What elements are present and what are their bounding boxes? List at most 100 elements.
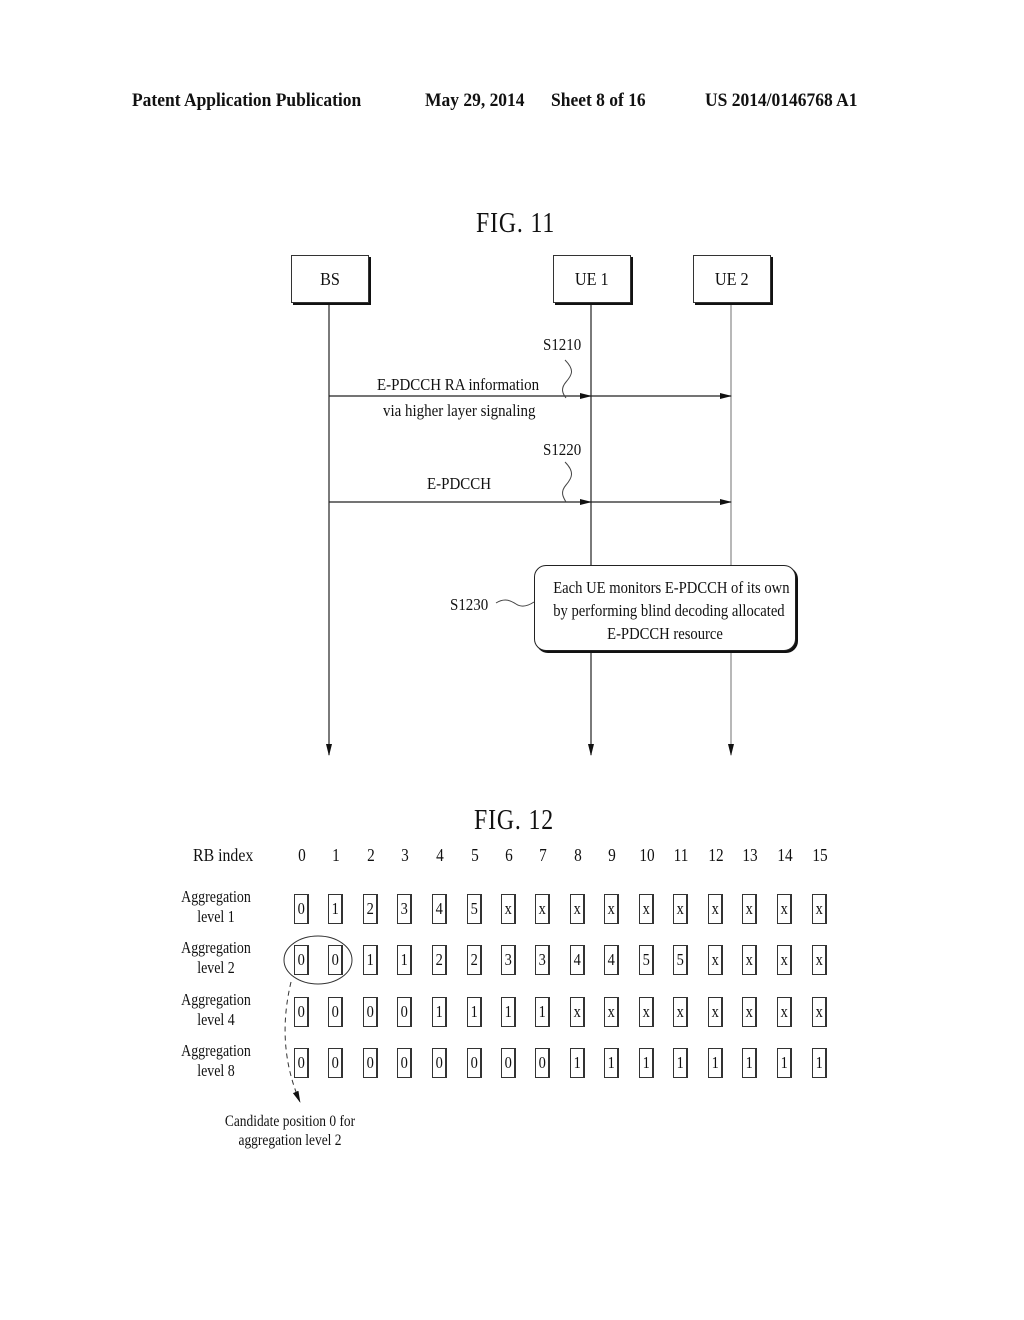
grid-cell: 0 xyxy=(397,1048,412,1078)
grid-cell: 1 xyxy=(812,1048,827,1078)
grid-cell: x xyxy=(604,894,619,924)
grid-cell-value: x xyxy=(642,1002,650,1021)
grid-cell: 3 xyxy=(397,894,412,924)
grid-cell: 1 xyxy=(432,997,447,1027)
grid-cell: 4 xyxy=(432,894,447,924)
grid-cell: 4 xyxy=(604,945,619,975)
rb-index-12: 12 xyxy=(708,845,724,865)
grid-cell-value: 1 xyxy=(435,1002,443,1021)
grid-cell-value: 1 xyxy=(538,1002,546,1021)
grid-cell-value: 1 xyxy=(573,1053,581,1072)
grid-cell-value: 0 xyxy=(297,1053,305,1072)
grid-cell-value: 1 xyxy=(607,1053,615,1072)
entity-ue2-label: UE 2 xyxy=(715,268,749,289)
grid-cell-value: 1 xyxy=(676,1053,684,1072)
grid-cell-value: 0 xyxy=(331,950,339,969)
entity-ue2: UE 2 xyxy=(693,255,771,303)
grid-cell-value: x xyxy=(538,899,546,918)
entity-ue1: UE 1 xyxy=(553,255,631,303)
grid-cell: 1 xyxy=(604,1048,619,1078)
step-s1220-label: E-PDCCH xyxy=(427,474,492,493)
grid-cell-value: x xyxy=(815,1002,823,1021)
rb-index-6: 6 xyxy=(505,845,513,865)
step-s1230-id: S1230 xyxy=(450,595,489,614)
grid-cell-value: x xyxy=(815,950,823,969)
candidate-annotation-line-2: aggregation level 2 xyxy=(238,1132,342,1149)
note-line-3: E-PDCCH resource xyxy=(607,624,723,643)
grid-cell: 0 xyxy=(328,1048,343,1078)
grid-cell: x xyxy=(639,894,654,924)
s1230-note-box: Each UE monitors E-PDCCH of its own by p… xyxy=(534,565,796,651)
grid-cell: x xyxy=(742,894,757,924)
grid-cell: x xyxy=(777,997,792,1027)
grid-cell: 1 xyxy=(328,894,343,924)
grid-cell-value: 1 xyxy=(331,899,339,918)
grid-cell-value: 0 xyxy=(470,1053,478,1072)
grid-cell-value: x xyxy=(780,899,788,918)
grid-cell: x xyxy=(708,945,723,975)
grid-cell: x xyxy=(639,997,654,1027)
grid-cell-value: x xyxy=(745,950,753,969)
step-s1210-label-below: via higher layer signaling xyxy=(383,401,536,420)
grid-cell: x xyxy=(535,894,550,924)
grid-cell-value: 0 xyxy=(297,950,305,969)
grid-cell: 0 xyxy=(467,1048,482,1078)
grid-cell: x xyxy=(777,894,792,924)
grid-cell: 2 xyxy=(432,945,447,975)
grid-cell: 0 xyxy=(294,894,309,924)
grid-cell: 1 xyxy=(501,997,516,1027)
grid-cell: 3 xyxy=(501,945,516,975)
grid-cell-value: 3 xyxy=(504,950,512,969)
rb-index-1: 1 xyxy=(332,845,340,865)
grid-cell-value: 5 xyxy=(470,899,478,918)
grid-cell-value: 5 xyxy=(642,950,650,969)
row-label-3: Aggregation level 8 xyxy=(177,1041,256,1081)
grid-cell: 0 xyxy=(535,1048,550,1078)
grid-cell-value: x xyxy=(607,1002,615,1021)
grid-cell: x xyxy=(673,894,688,924)
grid-cell-value: x xyxy=(745,899,753,918)
candidate-annotation: Candidate position 0 for aggregation lev… xyxy=(214,1112,365,1150)
row-label-line-1: Aggregation xyxy=(181,1041,251,1060)
grid-cell-value: 1 xyxy=(711,1053,719,1072)
s1230-leader xyxy=(495,599,535,607)
grid-cell-value: 1 xyxy=(366,950,374,969)
grid-cell: 1 xyxy=(708,1048,723,1078)
rb-index-15: 15 xyxy=(812,845,828,865)
rb-index-3: 3 xyxy=(401,845,409,865)
rb-index-9: 9 xyxy=(608,845,616,865)
rb-index-13: 13 xyxy=(742,845,758,865)
note-line-2: by performing blind decoding allocated xyxy=(553,601,785,620)
grid-cell-value: x xyxy=(745,1002,753,1021)
rb-index-10: 10 xyxy=(639,845,655,865)
grid-cell-value: 0 xyxy=(400,1053,408,1072)
row-label-2: Aggregation level 4 xyxy=(177,990,256,1030)
grid-cell-value: 0 xyxy=(504,1053,512,1072)
grid-cell: 0 xyxy=(432,1048,447,1078)
grid-cell: 4 xyxy=(570,945,585,975)
row-label-line-2: level 2 xyxy=(197,958,235,977)
grid-cell: x xyxy=(708,894,723,924)
row-label-line-2: level 8 xyxy=(197,1061,235,1080)
grid-cell: 0 xyxy=(363,1048,378,1078)
grid-cell-value: 1 xyxy=(470,1002,478,1021)
grid-cell: x xyxy=(742,997,757,1027)
note-line-1: Each UE monitors E-PDCCH of its own xyxy=(553,578,790,597)
rb-index-11: 11 xyxy=(673,845,689,865)
grid-cell-value: 4 xyxy=(435,899,443,918)
step-s1220-id: S1220 xyxy=(543,440,582,459)
grid-cell: 5 xyxy=(639,945,654,975)
grid-cell-value: x xyxy=(815,899,823,918)
grid-cell: 1 xyxy=(535,997,550,1027)
fig11-lines xyxy=(283,302,734,1103)
step-s1210-label-above: E-PDCCH RA information xyxy=(377,375,540,394)
grid-cell: 5 xyxy=(673,945,688,975)
grid-cell-value: 0 xyxy=(297,899,305,918)
grid-cell: 1 xyxy=(570,1048,585,1078)
grid-cell: 1 xyxy=(742,1048,757,1078)
grid-cell-value: 0 xyxy=(366,1053,374,1072)
grid-cell-value: x xyxy=(711,899,719,918)
grid-cell-value: 3 xyxy=(400,899,408,918)
rb-index-7: 7 xyxy=(539,845,547,865)
grid-cell: x xyxy=(570,997,585,1027)
